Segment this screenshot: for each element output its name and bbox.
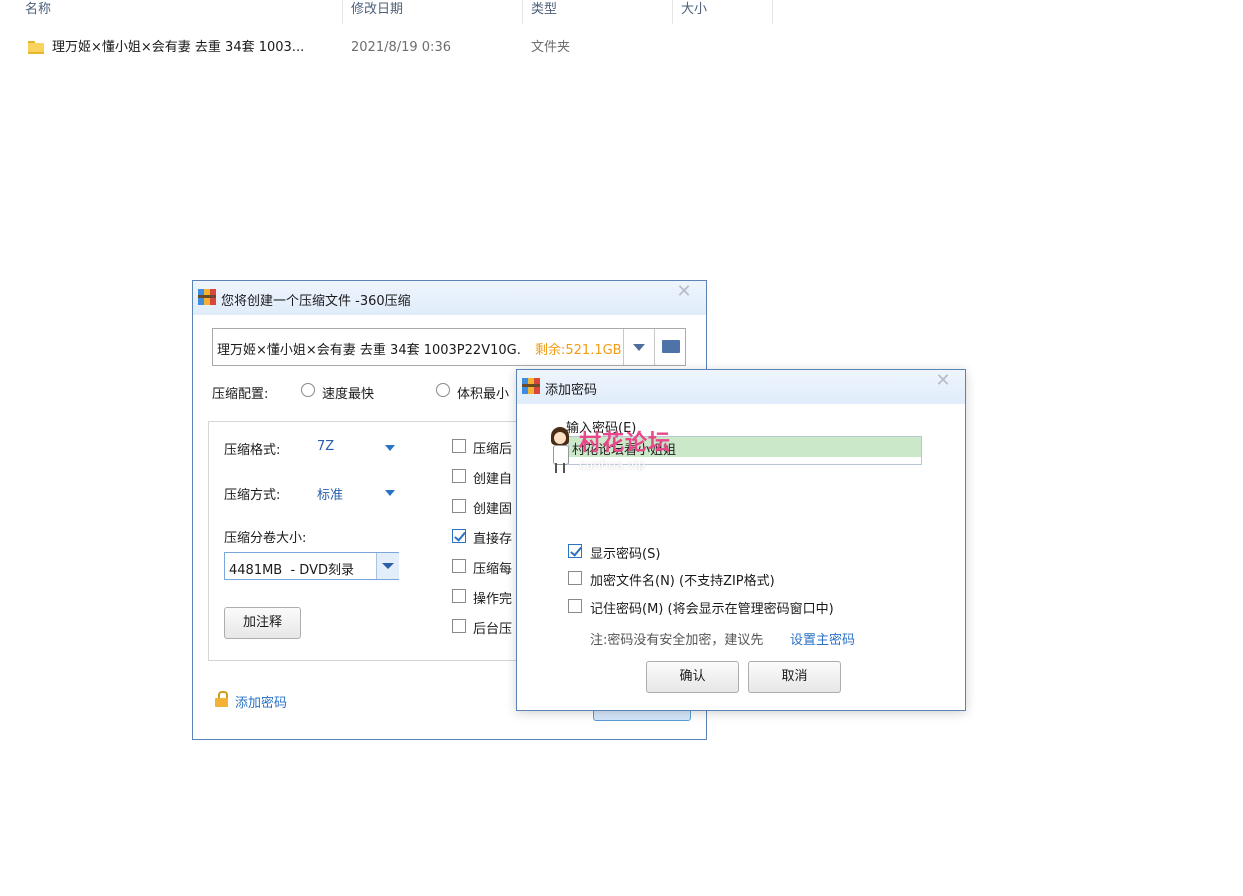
chevron-down-icon	[385, 490, 395, 496]
column-type-label: 类型	[531, 2, 558, 17]
encrypt-filenames-label: 加密文件名(N) (不支持ZIP格式)	[590, 574, 775, 589]
folder-icon	[28, 41, 44, 54]
radio-speed-label: 速度最快	[322, 387, 375, 402]
method-value: 标准	[317, 488, 344, 503]
chevron-down-icon	[385, 445, 395, 451]
chevron-down-icon	[382, 563, 394, 569]
lock-icon	[215, 691, 228, 707]
volume-size-label: 压缩分卷大小:	[224, 531, 307, 546]
file-name: 理万姬×懂小姐×会有妻 去重 34套 1003...	[52, 40, 305, 55]
app-360zip-icon	[198, 289, 216, 305]
add-password-link[interactable]: 添加密码	[235, 692, 287, 711]
show-password-checkbox[interactable]	[568, 544, 582, 558]
archive-path-value: 理万姬×懂小姐×会有妻 去重 34套 1003P22V10G.	[217, 343, 521, 358]
chevron-down-icon	[633, 344, 645, 351]
option-label-2: 创建固	[473, 502, 513, 517]
column-header-name[interactable]: 名称	[0, 0, 343, 24]
add-password-dialog-title: 添加密码	[545, 383, 598, 398]
column-header-bar: 名称 修改日期 类型 大小	[0, 0, 1243, 24]
compress-config-label: 压缩配置:	[212, 387, 269, 402]
add-password-dialog: 添加密码 ✕ 输入密码(E) 村花论坛看小姐姐 村花论坛 cunhua.vip …	[516, 369, 966, 711]
radio-size-label: 体积最小	[457, 387, 510, 402]
free-space-label: 剩余:521.1GB	[535, 343, 622, 358]
app-360zip-icon	[522, 378, 540, 394]
column-size-label: 大小	[681, 2, 708, 17]
column-modified-label: 修改日期	[351, 2, 404, 17]
volume-size-value: 4481MB - DVD刻录	[229, 563, 354, 578]
option-checkbox-6[interactable]	[452, 619, 466, 633]
method-label: 压缩方式:	[224, 488, 281, 503]
encrypt-filenames-checkbox[interactable]	[568, 571, 582, 585]
watermark-text: 村花论坛	[579, 431, 672, 456]
option-label-0: 压缩后	[473, 442, 513, 457]
compress-dialog-titlebar[interactable]: 您将创建一个压缩文件 -360压缩 ✕	[193, 281, 706, 315]
volume-dropdown-button[interactable]	[376, 553, 399, 579]
security-note: 注:密码没有安全加密，建议先	[590, 633, 764, 648]
add-comment-button[interactable]: 加注释	[224, 607, 301, 639]
watermark-subtext: cunhua.vip	[579, 458, 646, 472]
radio-size-smallest[interactable]	[436, 383, 450, 397]
format-label: 压缩格式:	[224, 443, 281, 458]
file-type: 文件夹	[531, 40, 571, 55]
remember-password-label: 记住密码(M) (将会显示在管理密码窗口中)	[590, 602, 834, 617]
format-value: 7Z	[317, 439, 335, 454]
path-dropdown-button[interactable]	[623, 329, 655, 365]
option-label-1: 创建自	[473, 472, 513, 487]
close-icon[interactable]: ✕	[676, 283, 692, 301]
method-select[interactable]: 标准	[312, 480, 402, 504]
file-list-row[interactable]: 理万姬×懂小姐×会有妻 去重 34套 1003... 2021/8/19 0:3…	[20, 36, 740, 60]
volume-size-select[interactable]: 4481MB - DVD刻录	[224, 552, 399, 580]
radio-speed-fastest[interactable]	[301, 383, 315, 397]
remember-password-checkbox[interactable]	[568, 599, 582, 613]
option-label-5: 操作完	[473, 592, 513, 607]
option-checkbox-2[interactable]	[452, 499, 466, 513]
cartoon-girl-icon	[549, 427, 571, 475]
folder-browse-icon	[662, 340, 680, 353]
show-password-label: 显示密码(S)	[590, 547, 661, 562]
confirm-button[interactable]: 确认	[646, 661, 739, 693]
option-checkbox-1[interactable]	[452, 469, 466, 483]
browse-folder-button[interactable]	[654, 329, 686, 365]
column-name-label: 名称	[25, 2, 52, 17]
column-header-type[interactable]: 类型	[523, 0, 673, 24]
column-header-modified[interactable]: 修改日期	[343, 0, 523, 24]
option-checkbox-5[interactable]	[452, 589, 466, 603]
option-label-6: 后台压	[473, 622, 513, 637]
cancel-button[interactable]: 取消	[748, 661, 841, 693]
format-select[interactable]: 7Z	[312, 435, 402, 459]
column-header-size[interactable]: 大小	[673, 0, 773, 24]
add-password-dialog-titlebar[interactable]: 添加密码 ✕	[517, 370, 965, 404]
set-master-password-link[interactable]: 设置主密码	[790, 629, 855, 648]
file-modified: 2021/8/19 0:36	[351, 40, 451, 55]
option-label-3: 直接存	[473, 532, 513, 547]
option-checkbox-3[interactable]	[452, 529, 466, 543]
close-icon[interactable]: ✕	[935, 372, 951, 390]
archive-path-combo[interactable]: 理万姬×懂小姐×会有妻 去重 34套 1003P22V10G. 剩余:521.1…	[212, 328, 686, 366]
compress-dialog-title: 您将创建一个压缩文件 -360压缩	[221, 294, 411, 309]
option-label-4: 压缩每	[473, 562, 513, 577]
option-checkbox-0[interactable]	[452, 439, 466, 453]
option-checkbox-4[interactable]	[452, 559, 466, 573]
